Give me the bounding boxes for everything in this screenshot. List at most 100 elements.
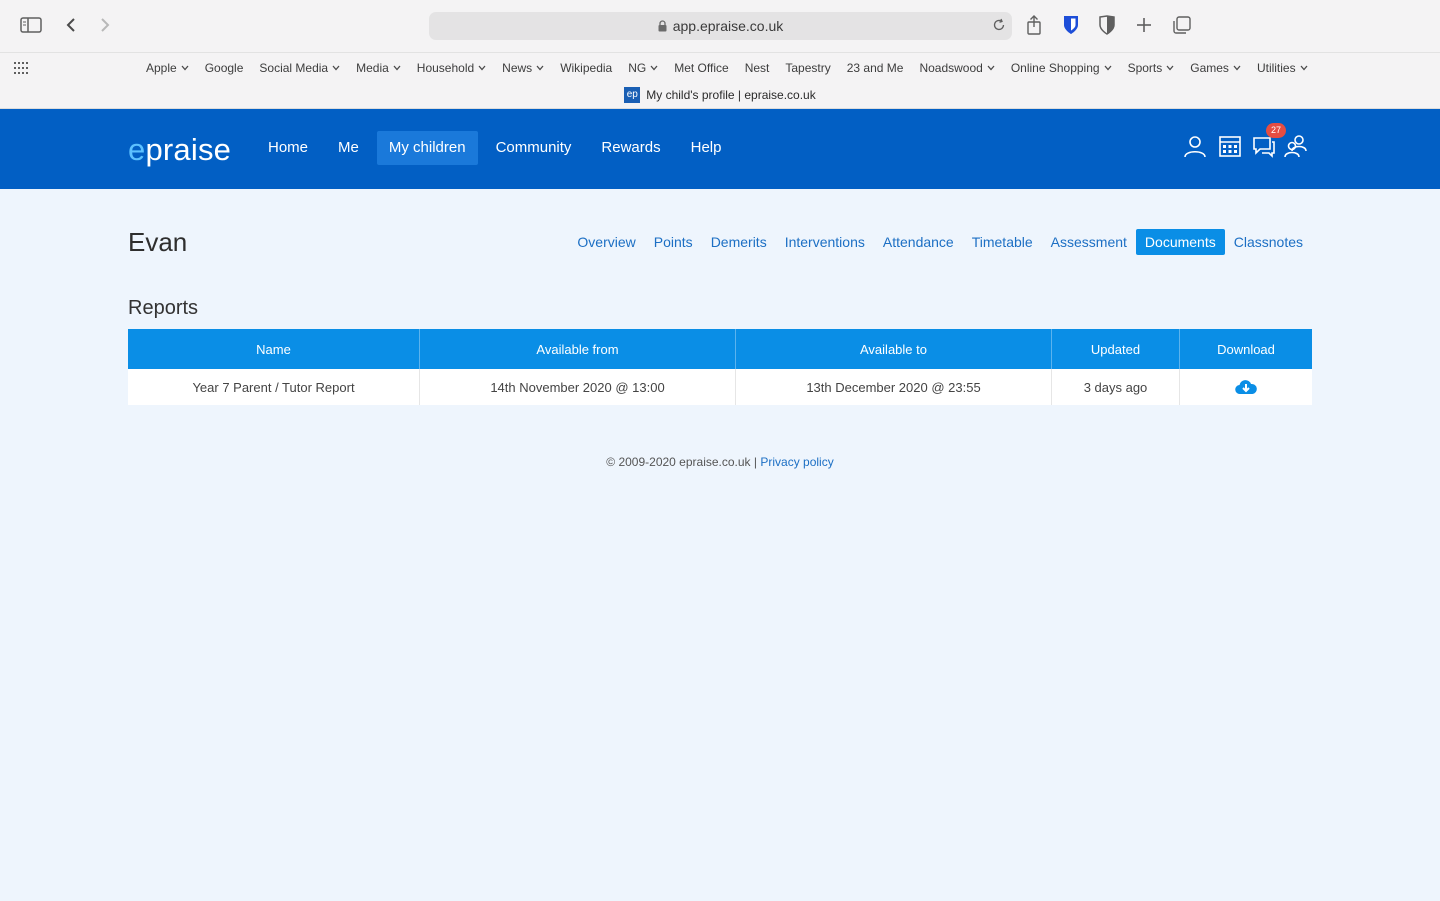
tab-points[interactable]: Points bbox=[645, 229, 702, 255]
bookmark-label: Sports bbox=[1127, 61, 1163, 75]
main-nav: Home Me My children Community Rewards Help bbox=[256, 131, 739, 165]
chevron-down-icon bbox=[1300, 65, 1308, 71]
active-tab[interactable]: ep My child's profile | epraise.co.uk bbox=[0, 82, 1440, 108]
messages-badge: 27 bbox=[1266, 123, 1286, 138]
bookmark-item[interactable]: Sports bbox=[1128, 61, 1175, 75]
column-header-updated[interactable]: Updated bbox=[1051, 329, 1180, 369]
tab-classnotes[interactable]: Classnotes bbox=[1225, 229, 1312, 255]
browser-toolbar: app.epraise.co.uk bbox=[0, 0, 1440, 52]
lock-icon bbox=[658, 20, 667, 32]
chevron-down-icon bbox=[536, 65, 544, 71]
calendar-icon[interactable] bbox=[1218, 134, 1242, 158]
bookmark-label: Utilities bbox=[1256, 61, 1296, 75]
bookmark-item[interactable]: Apple bbox=[146, 61, 189, 75]
bookmark-item[interactable]: Noadswood bbox=[919, 61, 995, 75]
footer: © 2009-2020 epraise.co.uk | Privacy poli… bbox=[0, 455, 1440, 469]
bookmark-item[interactable]: 23 and Me bbox=[847, 61, 904, 75]
sidebar-toggle-icon[interactable] bbox=[18, 12, 44, 38]
tab-demerits[interactable]: Demerits bbox=[702, 229, 776, 255]
nav-item-community[interactable]: Community bbox=[484, 131, 584, 165]
site-header: epraise Home Me My children Community Reward… bbox=[0, 109, 1440, 189]
reports-table: Name Available from Available to Updated… bbox=[128, 329, 1312, 405]
apps-grid-icon[interactable] bbox=[14, 61, 28, 79]
tab-timetable[interactable]: Timetable bbox=[963, 229, 1042, 255]
column-header-available-from[interactable]: Available from bbox=[419, 329, 736, 369]
chevron-down-icon bbox=[478, 65, 486, 71]
tab-attendance[interactable]: Attendance bbox=[874, 229, 963, 255]
bookmark-label: Met Office bbox=[674, 61, 729, 75]
bookmark-item[interactable]: Google bbox=[205, 61, 244, 75]
tab-overview-icon[interactable] bbox=[1169, 12, 1195, 38]
report-download-cell bbox=[1179, 369, 1312, 405]
column-header-name[interactable]: Name bbox=[128, 329, 420, 369]
bookmark-item[interactable]: Wikipedia bbox=[560, 61, 612, 75]
bookmark-label: Tapestry bbox=[785, 61, 831, 75]
share-icon[interactable] bbox=[1021, 12, 1047, 38]
nav-item-my-children[interactable]: My children bbox=[376, 131, 478, 165]
chevron-down-icon bbox=[1104, 65, 1112, 71]
chevron-down-icon bbox=[332, 65, 340, 71]
child-name: Evan bbox=[128, 227, 188, 257]
shield-icon[interactable] bbox=[1094, 12, 1120, 38]
report-name: Year 7 Parent / Tutor Report bbox=[128, 369, 420, 405]
url-text: app.epraise.co.uk bbox=[672, 18, 784, 34]
chevron-down-icon bbox=[650, 65, 658, 71]
privacy-policy-link[interactable]: Privacy policy bbox=[760, 455, 833, 469]
chevron-down-icon bbox=[181, 65, 189, 71]
column-header-download: Download bbox=[1179, 329, 1312, 369]
community-users-icon[interactable] bbox=[1284, 134, 1308, 158]
bookmark-item[interactable]: News bbox=[502, 61, 544, 75]
tab-assessment[interactable]: Assessment bbox=[1042, 229, 1136, 255]
bookmark-item[interactable]: Household bbox=[417, 61, 486, 75]
bookmarks-bar: Apple Google Social Media Media Household New… bbox=[0, 52, 1440, 83]
nav-item-rewards[interactable]: Rewards bbox=[589, 131, 672, 165]
chevron-down-icon bbox=[393, 65, 401, 71]
bookmark-label: Games bbox=[1190, 61, 1229, 75]
bookmark-label: Household bbox=[416, 61, 475, 75]
column-header-available-to[interactable]: Available to bbox=[735, 329, 1052, 369]
nav-item-me[interactable]: Me bbox=[326, 131, 371, 165]
bookmark-label: Noadswood bbox=[919, 61, 983, 75]
bookmark-item[interactable]: NG bbox=[628, 61, 658, 75]
nav-item-home[interactable]: Home bbox=[256, 131, 320, 165]
child-subnav: Overview Points Demerits Interventions Atten… bbox=[568, 229, 1312, 255]
forward-icon[interactable] bbox=[92, 12, 118, 38]
browser-chrome: app.epraise.co.uk Apple Google Social Me… bbox=[0, 0, 1440, 109]
table-row: Year 7 Parent / Tutor Report 14th Novemb… bbox=[128, 369, 1312, 405]
footer-copyright: © 2009-2020 epraise.co.uk | bbox=[606, 455, 758, 469]
report-updated: 3 days ago bbox=[1051, 369, 1180, 405]
tab-overview[interactable]: Overview bbox=[568, 229, 644, 255]
bookmark-label: 23 and Me bbox=[846, 61, 904, 75]
back-icon[interactable] bbox=[58, 12, 84, 38]
main-content: Evan Overview Points Demerits Interventions… bbox=[0, 189, 1440, 901]
report-available-to: 13th December 2020 @ 23:55 bbox=[735, 369, 1052, 405]
bookmark-item[interactable]: Utilities bbox=[1257, 61, 1308, 75]
section-title: Reports bbox=[128, 297, 199, 319]
bookmark-item[interactable]: Met Office bbox=[674, 61, 728, 75]
bookmark-item[interactable]: Online Shopping bbox=[1011, 61, 1112, 75]
bookmark-item[interactable]: Tapestry bbox=[785, 61, 830, 75]
bookmark-label: Apple bbox=[146, 61, 177, 75]
profile-icon[interactable] bbox=[1183, 134, 1207, 158]
bookmark-label: Social Media bbox=[259, 61, 329, 75]
bookmark-item[interactable]: Social Media bbox=[259, 61, 340, 75]
new-tab-icon[interactable] bbox=[1131, 12, 1157, 38]
bookmark-item[interactable]: Nest bbox=[745, 61, 770, 75]
tab-documents[interactable]: Documents bbox=[1135, 229, 1225, 255]
reload-icon[interactable] bbox=[992, 18, 1006, 32]
bookmarks-list: Apple Google Social Media Media Household New… bbox=[146, 53, 1324, 83]
bookmark-label: Nest bbox=[744, 61, 770, 75]
epraise-logo[interactable]: epraise bbox=[128, 132, 231, 168]
bookmark-item[interactable]: Games bbox=[1190, 61, 1241, 75]
bookmark-label: News bbox=[502, 61, 533, 75]
bitwarden-icon[interactable] bbox=[1058, 12, 1084, 38]
bookmark-item[interactable]: Media bbox=[356, 61, 401, 75]
bookmark-label: Media bbox=[356, 61, 389, 75]
chevron-down-icon bbox=[1166, 65, 1174, 71]
chevron-down-icon bbox=[987, 65, 995, 71]
cloud-download-icon[interactable] bbox=[1235, 379, 1257, 395]
tab-interventions[interactable]: Interventions bbox=[776, 229, 874, 255]
address-bar[interactable]: app.epraise.co.uk bbox=[429, 12, 1012, 40]
bookmark-label: Wikipedia bbox=[560, 61, 613, 75]
nav-item-help[interactable]: Help bbox=[679, 131, 734, 165]
